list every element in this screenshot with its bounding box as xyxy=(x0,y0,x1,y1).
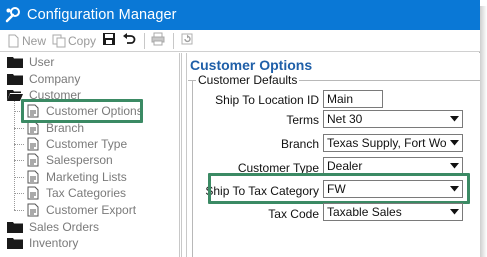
tree-item-label: Branch xyxy=(46,121,85,135)
tree-item-label: Customer Export xyxy=(46,203,137,217)
tree-connector xyxy=(14,193,24,194)
group-border xyxy=(192,80,193,257)
tree-connector xyxy=(14,128,24,129)
tree-item-sales-orders[interactable]: Sales Orders xyxy=(7,219,99,235)
tax-code-select[interactable]: Taxable Sales xyxy=(323,203,463,221)
chevron-down-icon[interactable] xyxy=(446,135,462,151)
toolbar-separator xyxy=(144,32,146,49)
tree-item-tax-categories[interactable]: Tax Categories xyxy=(27,185,126,201)
title-bar: Configuration Manager xyxy=(0,0,480,30)
tree-item-customer-type[interactable]: Customer Type xyxy=(27,136,127,152)
tree-item-label: Inventory xyxy=(29,236,79,250)
customer-options-panel: Customer Options Customer Defaults Ship … xyxy=(188,53,480,257)
branch-label: Branch xyxy=(280,137,319,151)
copy-icon xyxy=(52,34,66,48)
navigation-tree: User Company Customer Customer Options B… xyxy=(0,53,180,257)
tree-item-label: Tax Categories xyxy=(46,186,127,200)
save-button[interactable] xyxy=(100,32,118,50)
tree-item-label: Company xyxy=(29,72,81,86)
tree-item-label: Salesperson xyxy=(46,153,113,167)
configuration-manager-window: Configuration Manager New Copy User Comp… xyxy=(0,0,480,257)
toolbar: New Copy xyxy=(0,30,480,52)
tree-connector xyxy=(14,177,24,178)
customer-type-value: Dealer xyxy=(327,159,363,173)
print-button[interactable] xyxy=(149,32,167,50)
branch-value: Texas Supply, Fort Worth xyxy=(327,136,446,150)
branch-select[interactable]: Texas Supply, Fort Worth xyxy=(323,134,463,152)
copy-button[interactable]: Copy xyxy=(50,32,98,50)
tree-item-company[interactable]: Company xyxy=(7,71,80,87)
folder-icon xyxy=(7,221,23,233)
settings-document-icon xyxy=(27,170,39,184)
settings-document-icon xyxy=(27,153,39,167)
print-icon xyxy=(151,32,165,49)
tree-item-user[interactable]: User xyxy=(7,54,54,70)
group-label: Customer Defaults xyxy=(196,73,300,87)
folder-icon xyxy=(7,73,23,85)
folder-icon xyxy=(7,237,23,249)
tree-item-label: Customer Type xyxy=(46,137,128,151)
tax-code-value: Taxable Sales xyxy=(327,205,402,219)
settings-document-icon xyxy=(27,137,39,151)
pane-splitter[interactable] xyxy=(181,53,187,257)
tree-connector xyxy=(14,144,24,145)
tax-code-label: Tax Code xyxy=(268,207,319,221)
folder-icon xyxy=(7,56,23,68)
settings-document-icon xyxy=(27,121,39,135)
window-title: Configuration Manager xyxy=(27,7,177,23)
wrench-gear-icon xyxy=(4,6,22,24)
terms-select[interactable]: Net 30 xyxy=(323,110,463,128)
new-icon xyxy=(6,34,20,48)
tree-item-customer-export[interactable]: Customer Export xyxy=(27,202,136,218)
undo-button[interactable] xyxy=(120,32,138,50)
refresh-button[interactable] xyxy=(178,32,196,50)
settings-document-icon xyxy=(27,203,39,217)
tree-item-inventory[interactable]: Inventory xyxy=(7,235,78,251)
tree-item-marketing-lists[interactable]: Marketing Lists xyxy=(27,169,127,185)
window-shadow xyxy=(480,6,487,257)
tree-item-label: User xyxy=(29,55,55,69)
new-button[interactable]: New xyxy=(4,32,48,50)
settings-document-icon xyxy=(27,186,39,200)
refresh-icon xyxy=(180,32,194,49)
toolbar-separator xyxy=(173,32,175,49)
chevron-down-icon[interactable] xyxy=(446,204,462,220)
chevron-down-icon[interactable] xyxy=(446,111,462,127)
tree-item-label: Sales Orders xyxy=(29,220,100,234)
terms-label: Terms xyxy=(286,113,319,127)
new-button-label: New xyxy=(22,33,47,48)
ship-to-location-id-label: Ship To Location ID xyxy=(215,93,319,107)
panel-title: Customer Options xyxy=(190,57,313,73)
chevron-down-icon[interactable] xyxy=(446,158,462,174)
tax-category-highlight xyxy=(208,173,470,204)
save-icon xyxy=(102,32,116,49)
selection-highlight xyxy=(21,99,143,123)
terms-value: Net 30 xyxy=(327,112,363,126)
undo-icon xyxy=(122,32,136,49)
tree-connector xyxy=(14,160,24,161)
tree-item-label: Marketing Lists xyxy=(46,170,127,184)
tree-item-salesperson[interactable]: Salesperson xyxy=(27,152,113,168)
ship-to-location-id-input[interactable]: Main xyxy=(323,90,383,108)
tree-connector xyxy=(14,210,24,211)
copy-button-label: Copy xyxy=(68,33,97,48)
